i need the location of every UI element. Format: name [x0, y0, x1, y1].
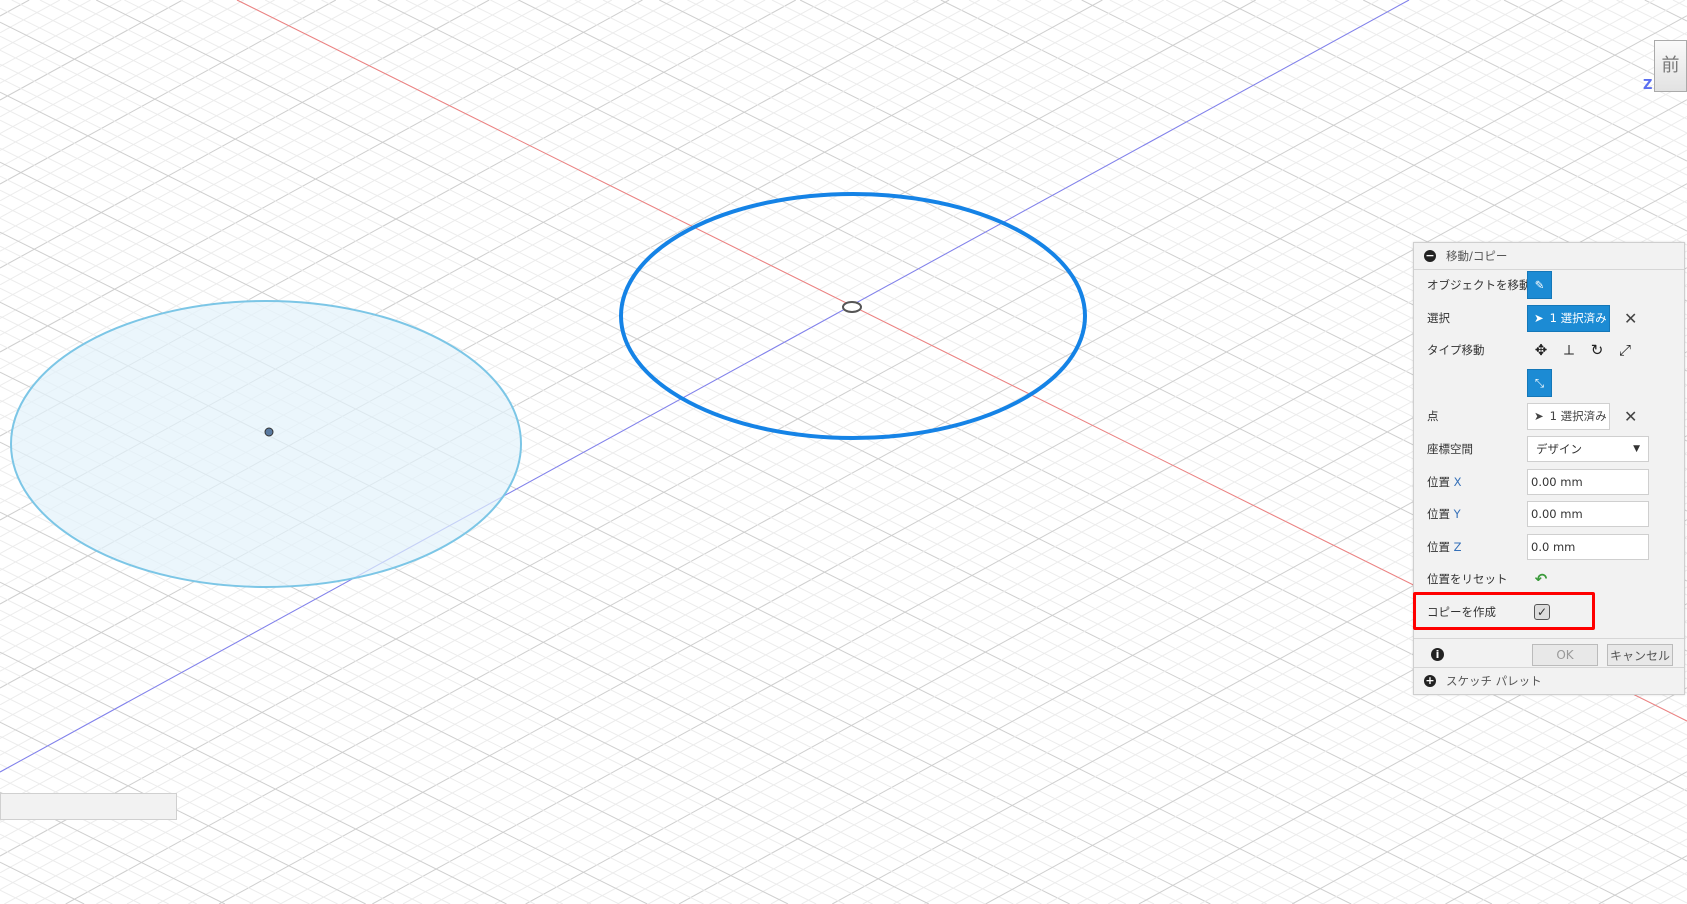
status-bar [0, 793, 177, 820]
grid-line [1222, 0, 1687, 232]
move-copy-dialog: − 移動/コピー オブジェクトを移動 ✎ 選択 ➤ 1 選択済み ✕ タイプ移動 … [1413, 242, 1685, 695]
selection-value: 1 選択済み [1549, 311, 1607, 325]
position-label: 位置 [1427, 475, 1450, 489]
position-label: 位置 [1427, 507, 1450, 521]
info-icon[interactable]: i [1431, 648, 1444, 661]
point-label: 点 [1427, 409, 1439, 423]
ok-button[interactable]: OK [1532, 644, 1598, 666]
grid-line [0, 0, 275, 151]
grid-line [1629, 872, 1687, 904]
grid-line [1445, 771, 1687, 904]
original-circle-profile [10, 300, 522, 588]
coord-space-value: デザイン [1536, 442, 1582, 456]
grid-line [0, 665, 479, 904]
position-x-input[interactable]: 0.00 mm [1527, 469, 1649, 495]
grid-line [0, 637, 535, 904]
position-y-label: 位置 Y [1427, 506, 1461, 522]
sketch-object-icon: ✎ [1534, 278, 1545, 292]
viewcube-face-front[interactable]: 前 [1662, 55, 1680, 76]
free-move-icon[interactable]: ✥ [1527, 341, 1555, 359]
axis-x: X [1453, 475, 1462, 489]
dialog-header[interactable]: − 移動/コピー [1414, 243, 1684, 270]
grid-line [0, 847, 113, 904]
clear-point-icon[interactable]: ✕ [1624, 407, 1637, 426]
reset-arrow-icon[interactable]: ↶ [1527, 570, 1555, 588]
position-x-label: 位置 X [1427, 474, 1462, 490]
grid-line [0, 651, 507, 904]
dialog-title: 移動/コピー [1446, 249, 1508, 263]
coord-space-select[interactable]: デザイン ▼ [1527, 436, 1649, 462]
grid-line [0, 525, 761, 904]
original-center-point [264, 427, 274, 437]
grid-line [0, 567, 676, 904]
grid-line [1322, 704, 1687, 904]
move-object-label: オブジェクトを移動 [1427, 278, 1531, 292]
point-to-point-move-button[interactable]: ⤡ [1527, 369, 1552, 397]
grid-line [0, 511, 789, 904]
grid-line [1306, 0, 1687, 190]
grid-line [0, 0, 582, 319]
grid-line [1419, 0, 1687, 134]
grid-line [1334, 0, 1687, 176]
position-y-input[interactable]: 0.00 mm [1527, 501, 1649, 527]
rotate-icon[interactable]: ↻ [1583, 341, 1611, 359]
grid-line [0, 889, 29, 904]
grid-line [0, 819, 169, 904]
grid-line [0, 0, 153, 84]
position-z-label: 位置 Z [1427, 539, 1462, 555]
expand-icon[interactable]: + [1424, 675, 1436, 687]
grid-line [0, 833, 141, 904]
axis-z: Z [1453, 540, 1462, 554]
selection-button[interactable]: ➤ 1 選択済み [1527, 304, 1610, 332]
grid-line [0, 539, 732, 904]
highlight-box [1413, 592, 1595, 630]
grid-line [0, 553, 704, 904]
sketch-palette-header[interactable]: + スケッチ パレット [1414, 667, 1684, 694]
point-selection-value: 1 選択済み [1549, 409, 1607, 423]
grid-line [1250, 0, 1687, 218]
viewcube[interactable]: 前 [1654, 40, 1687, 92]
grid-line [0, 595, 620, 904]
grid-line [0, 0, 367, 202]
grid-line [0, 805, 198, 904]
point-to-point-icon[interactable]: ⤢ [1611, 341, 1639, 359]
grid-line [1383, 737, 1687, 904]
move-object-button[interactable]: ✎ [1527, 271, 1552, 299]
position-label: 位置 [1427, 540, 1450, 554]
coord-space-label: 座標空間 [1427, 442, 1473, 456]
cancel-button[interactable]: キャンセル [1607, 644, 1673, 666]
grid-line [0, 0, 245, 135]
clear-selection-icon[interactable]: ✕ [1624, 309, 1637, 328]
grid-line [0, 0, 214, 118]
position-z-input[interactable]: 0.0 mm [1527, 534, 1649, 560]
translate-xyz-icon[interactable]: ⟂ [1555, 341, 1583, 359]
chevron-down-icon: ▼ [1633, 444, 1640, 454]
grid-line [1475, 788, 1687, 904]
sketch-palette-label: スケッチ パレット [1446, 674, 1542, 688]
grid-line [0, 0, 30, 17]
point-to-point-icon: ⤡ [1534, 375, 1545, 390]
grid-line [1194, 0, 1687, 246]
collapse-icon[interactable]: − [1424, 250, 1436, 262]
dialog-footer: i OK キャンセル [1414, 638, 1684, 669]
cursor-icon: ➤ [1534, 409, 1544, 423]
grid-line [0, 581, 648, 904]
move-manipulator-icon [842, 301, 862, 313]
axis-y: Y [1453, 507, 1461, 521]
grid-line [0, 0, 643, 353]
cursor-icon: ➤ [1534, 311, 1544, 325]
viewcube-z-axis-label: Z [1643, 78, 1653, 93]
selection-label: 選択 [1427, 311, 1450, 325]
grid-line [1616, 0, 1687, 36]
move-type-label: タイプ移動 [1427, 343, 1485, 357]
grid-line [1165, 0, 1687, 260]
point-selection-button[interactable]: ➤ 1 選択済み [1527, 402, 1610, 430]
reset-position-label: 位置をリセット [1427, 572, 1508, 586]
grid-line [0, 0, 398, 219]
